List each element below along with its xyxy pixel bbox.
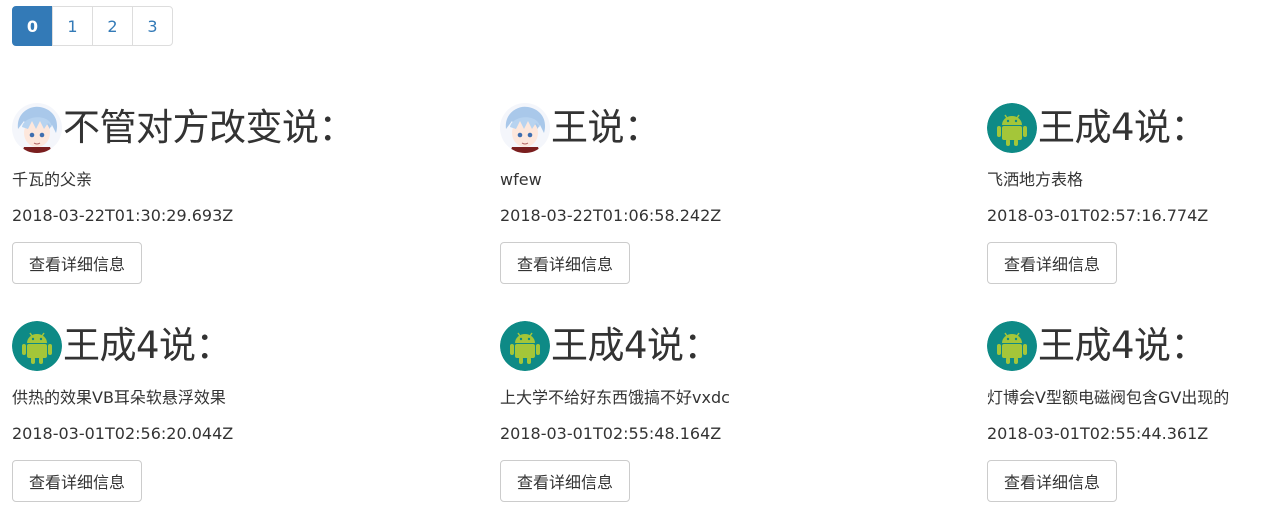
card-title: 王成4说： [63,324,233,367]
view-details-button[interactable]: 查看详细信息 [987,460,1118,502]
card-timestamp: 2018-03-22T01:06:58.242Z [500,206,722,225]
card-title: 王说： [551,106,661,149]
card-header: 王说： [500,102,940,154]
android-icon [12,321,62,371]
message-card: 王成4说： 飞洒地方表格 2018-03-01T02:57:16.774Z 查看… [987,102,1267,284]
card-title: 王成4说： [1038,324,1208,367]
message-card: 王成4说： 供热的效果VB耳朵软悬浮效果 2018-03-01T02:56:20… [12,320,452,502]
card-title: 王成4说： [1038,106,1208,149]
card-title: 不管对方改变说： [63,106,356,149]
page-button-2[interactable]: 2 [92,6,133,46]
view-details-button[interactable]: 查看详细信息 [12,242,143,284]
card-header: 王成4说： [12,320,452,372]
anime-avatar-icon [12,103,62,153]
card-header: 王成4说： [987,102,1267,154]
card-content: 灯博会V型额电磁阀包含GV出现的 [987,388,1230,407]
android-icon [987,321,1037,371]
anime-avatar-icon [500,103,550,153]
card-timestamp: 2018-03-22T01:30:29.693Z [12,206,234,225]
card-header: 不管对方改变说： [12,102,452,154]
card-content: 飞洒地方表格 [987,170,1084,189]
view-details-button[interactable]: 查看详细信息 [987,242,1118,284]
card-timestamp: 2018-03-01T02:57:16.774Z [987,206,1209,225]
card-header: 王成4说： [500,320,940,372]
card-content: wfew [500,170,542,189]
card-content: 上大学不给好东西饿搞不好vxdc [500,388,730,407]
message-card: 王成4说： 灯博会V型额电磁阀包含GV出现的 2018-03-01T02:55:… [987,320,1267,502]
page-button-0[interactable]: 0 [12,6,53,46]
card-title: 王成4说： [551,324,721,367]
view-details-button[interactable]: 查看详细信息 [500,242,631,284]
message-card: 王说： wfew 2018-03-22T01:06:58.242Z 查看详细信息 [500,102,940,284]
card-content: 供热的效果VB耳朵软悬浮效果 [12,388,226,407]
pagination: 0 1 2 3 [12,6,173,48]
view-details-button[interactable]: 查看详细信息 [12,460,143,502]
page-button-3[interactable]: 3 [132,6,173,46]
view-details-button[interactable]: 查看详细信息 [500,460,631,502]
card-timestamp: 2018-03-01T02:55:44.361Z [987,424,1209,443]
card-timestamp: 2018-03-01T02:56:20.044Z [12,424,234,443]
page-button-1[interactable]: 1 [52,6,93,46]
card-content: 千瓦的父亲 [12,170,93,189]
card-header: 王成4说： [987,320,1267,372]
page: 0 1 2 3 不管对方改变说： 千瓦的父亲 2018-03-22T01:30:… [0,0,1276,530]
card-timestamp: 2018-03-01T02:55:48.164Z [500,424,722,443]
android-icon [500,321,550,371]
message-card: 王成4说： 上大学不给好东西饿搞不好vxdc 2018-03-01T02:55:… [500,320,940,502]
message-card: 不管对方改变说： 千瓦的父亲 2018-03-22T01:30:29.693Z … [12,102,452,284]
android-icon [987,103,1037,153]
